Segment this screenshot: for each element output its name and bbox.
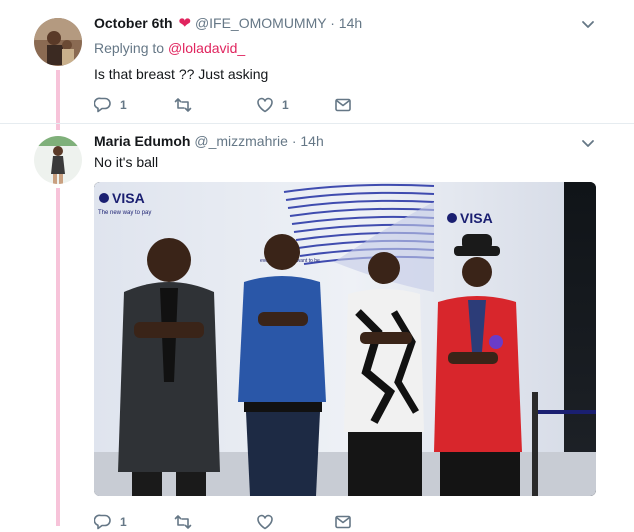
like-count: 1: [282, 98, 289, 112]
reply-icon: [94, 97, 111, 113]
retweet-icon: [174, 98, 192, 112]
display-name[interactable]: Maria Edumoh: [94, 133, 190, 149]
visa-tagline: The new way to pay: [98, 210, 151, 216]
avatar[interactable]: [34, 136, 82, 184]
like-icon: [257, 514, 273, 530]
reply-count: 1: [120, 98, 127, 112]
tweet-photo[interactable]: VISA The new way to pay VISA everywhere …: [94, 182, 596, 496]
visa-logo-text: VISA: [112, 190, 145, 206]
replying-prefix: Replying to: [94, 40, 165, 56]
tweet-text: No it's ball: [94, 154, 159, 170]
retweet-button[interactable]: [174, 512, 200, 532]
retweet-icon: [174, 515, 192, 529]
tweet-1[interactable]: October 6th ❤ @IFE_OMOMUMMY · 14h Replyi…: [0, 0, 634, 130]
heart-icon: ❤: [178, 15, 192, 32]
tweet-actions: 1 1: [94, 95, 374, 115]
reply-button[interactable]: 1: [94, 95, 127, 115]
tweet-header: Maria Edumoh @_mizzmahrie · 14h: [94, 133, 324, 149]
separator: ·: [291, 133, 297, 149]
reply-icon: [94, 514, 111, 530]
like-button[interactable]: [256, 512, 282, 532]
dm-icon: [335, 98, 351, 112]
replying-to: Replying to @loladavid_: [94, 40, 245, 56]
separator: ·: [330, 15, 335, 31]
user-handle[interactable]: @_mizzmahrie: [194, 133, 288, 149]
reply-button[interactable]: 1: [94, 512, 127, 532]
dm-button[interactable]: [334, 512, 360, 532]
dm-icon: [335, 515, 351, 529]
chevron-down-icon[interactable]: [580, 16, 596, 32]
reply-mention-link[interactable]: @loladavid_: [168, 40, 245, 56]
tweet-actions: 1: [94, 512, 374, 532]
display-name[interactable]: October 6th: [94, 15, 173, 31]
user-handle[interactable]: @IFE_OMOMUMMY: [195, 15, 326, 31]
timestamp[interactable]: 14h: [339, 15, 362, 31]
avatar[interactable]: [34, 18, 82, 66]
tweet-text: Is that breast ?? Just asking: [94, 66, 269, 82]
timestamp[interactable]: 14h: [300, 133, 323, 149]
thread-line: [56, 188, 60, 526]
reply-count: 1: [120, 515, 127, 529]
tweet-header: October 6th ❤ @IFE_OMOMUMMY · 14h: [94, 14, 362, 32]
like-button[interactable]: 1: [256, 95, 289, 115]
retweet-button[interactable]: [174, 95, 200, 115]
like-icon: [257, 97, 273, 113]
dm-button[interactable]: [334, 95, 360, 115]
thread-line: [56, 70, 60, 130]
chevron-down-icon[interactable]: [580, 135, 596, 151]
visa-logo-text-2: VISA: [460, 210, 493, 226]
